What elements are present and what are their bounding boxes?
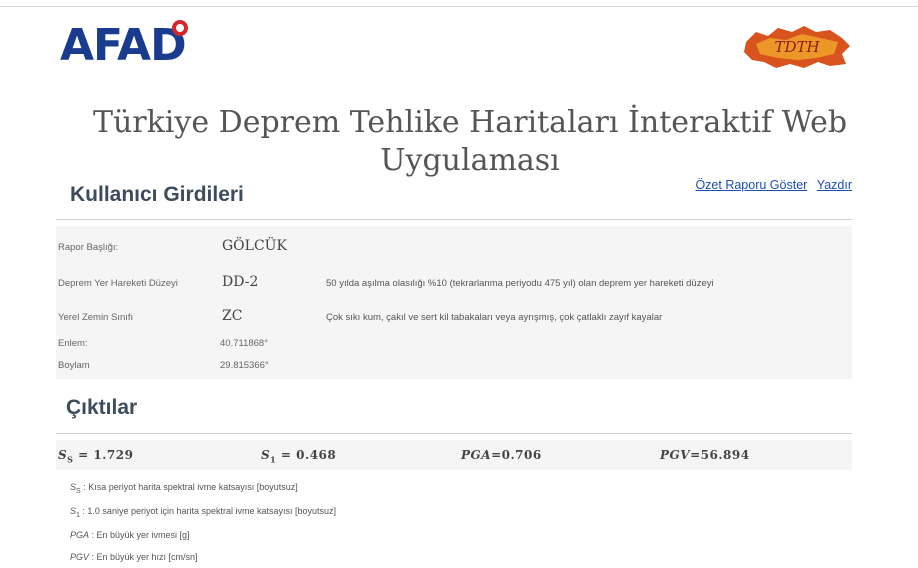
inputs-panel: Rapor Başlığı: GÖLCÜK Deprem Yer Hareket… [56, 226, 852, 379]
tdth-logo: TDTH [744, 26, 850, 68]
top-divider [0, 6, 918, 7]
pgv-legend: PGV : En büyük yer hızı [cm/sn] [70, 552, 198, 562]
ground-motion-value: DD-2 [222, 274, 259, 290]
pgv-legend-text: : En büyük yer hızı [cm/sn] [89, 552, 198, 562]
pga-legend-text: : En büyük yer ivmesi [g] [89, 530, 190, 540]
soil-class-label: Yerel Zemin Sınıfı [58, 312, 134, 323]
s1-output: S1 = 0.468 [261, 448, 337, 465]
print-link[interactable]: Yazdır [817, 178, 852, 192]
page-title: Türkiye Deprem Tehlike Haritaları İntera… [92, 105, 848, 179]
latitude-value: 40.711868° [220, 338, 269, 349]
report-links: Özet Raporu Göster Yazdır [689, 178, 852, 192]
ss-output-value: 1.729 [93, 448, 134, 462]
ss-output: SS = 1.729 [58, 448, 134, 465]
longitude-value: 29.815366° [220, 360, 269, 371]
afad-logo-text: AFAD [60, 20, 187, 71]
inputs-section-title: Kullanıcı Girdileri [70, 183, 244, 206]
afad-logo: AFAD [60, 20, 188, 71]
pgv-output-value: 56.894 [700, 448, 750, 462]
outputs-section-title: Çıktılar [66, 396, 138, 419]
latitude-label: Enlem: [58, 338, 88, 349]
afad-logo-dot [172, 20, 188, 36]
ground-motion-label: Deprem Yer Hareketi Düzeyi [58, 278, 178, 289]
show-summary-report-link[interactable]: Özet Raporu Göster [695, 178, 807, 192]
ss-legend-text: : Kısa periyot harita spektral ivme kats… [80, 482, 298, 492]
s1-output-value: 0.468 [296, 448, 337, 462]
inputs-divider [56, 219, 852, 220]
pga-output-value: 0.706 [501, 448, 542, 462]
tdth-logo-text: TDTH [774, 38, 820, 56]
outputs-divider [56, 433, 852, 434]
pga-legend: PGA : En büyük yer ivmesi [g] [70, 530, 190, 540]
report-title-label: Rapor Başlığı: [58, 242, 119, 253]
s1-legend: S1 : 1.0 saniye periyot için harita spek… [70, 506, 337, 519]
pgv-output: PGV=56.894 [660, 448, 750, 462]
soil-class-value: ZC [222, 308, 243, 324]
ground-motion-description: 50 yılda aşılma olasılığı %10 (tekrarlan… [326, 278, 714, 289]
outputs-panel: SS = 1.729 S1 = 0.468 PGA=0.706 PGV=56.8… [56, 440, 852, 470]
s1-legend-text: : 1.0 saniye periyot için harita spektra… [79, 506, 337, 516]
report-title-value: GÖLCÜK [222, 238, 287, 254]
longitude-label: Boylam [58, 360, 90, 371]
soil-class-description: Çok sıkı kum, çakıl ve sert kil tabakala… [326, 312, 663, 323]
ss-legend: SS : Kısa periyot harita spektral ivme k… [70, 482, 298, 495]
pga-output: PGA=0.706 [461, 448, 542, 462]
